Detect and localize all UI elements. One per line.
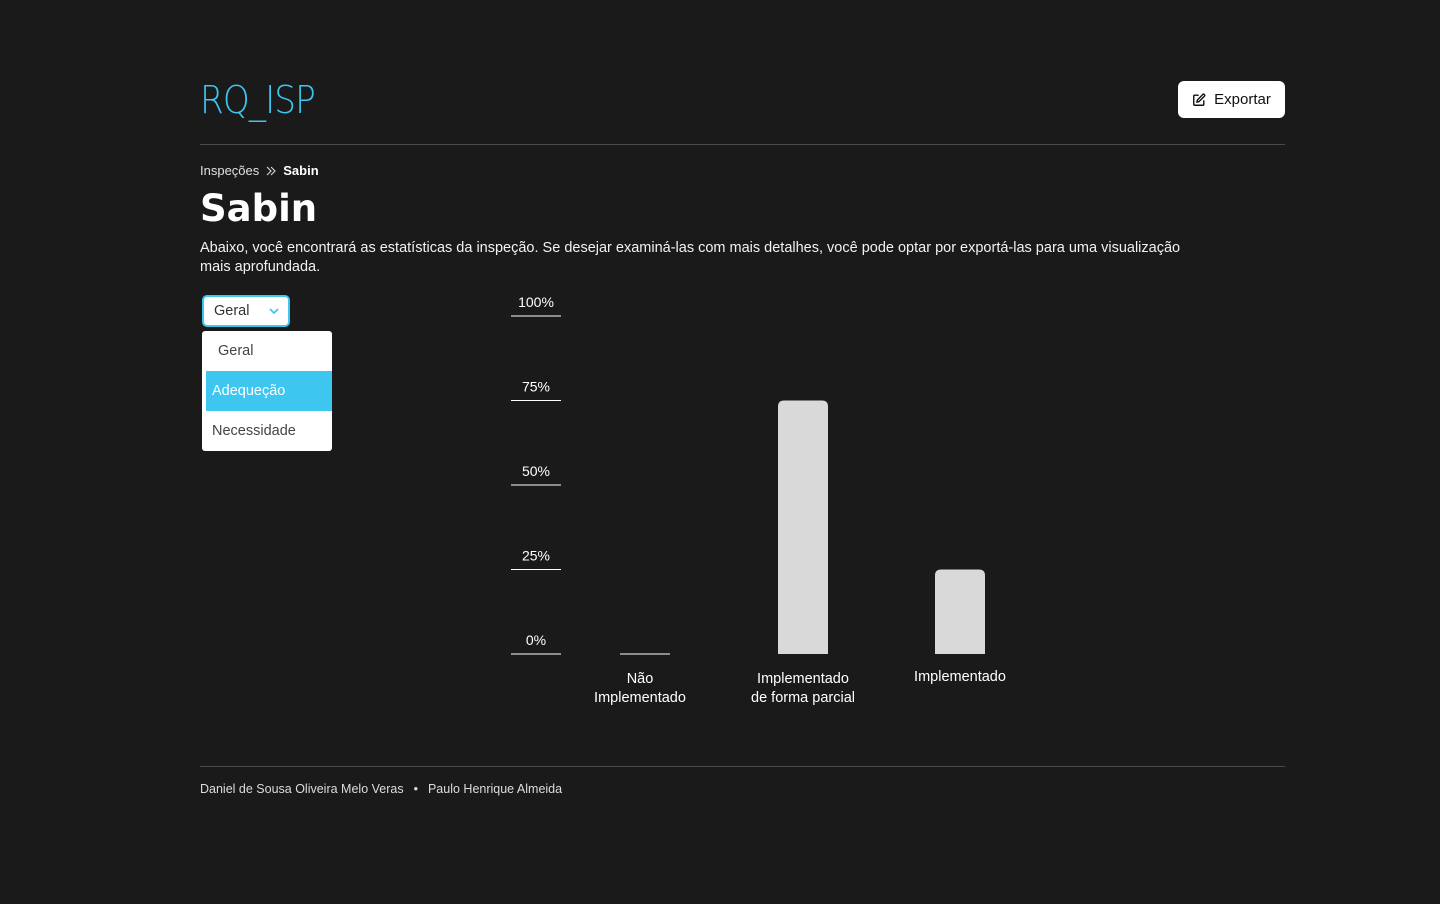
footer-divider [200, 766, 1285, 767]
chevron-down-icon [269, 308, 279, 314]
export-button-label: Exportar [1214, 91, 1271, 108]
filter-option-adequecao-label: Adequeção [206, 371, 332, 411]
filter-select[interactable]: Geral [202, 295, 290, 327]
bar [778, 400, 828, 654]
header-divider [200, 144, 1285, 145]
filter-option-necessidade[interactable]: Necessidade [202, 411, 332, 451]
x-category-label: Não Implementado [594, 671, 686, 706]
logo: RQ_ISP [200, 78, 316, 122]
page-title: Sabin [200, 187, 318, 230]
footer: Daniel de Sousa Oliveira Melo Veras • Pa… [200, 782, 562, 796]
page-description: Abaixo, você encontrará as estatísticas … [200, 240, 1181, 275]
edit-icon [1193, 93, 1206, 106]
filter-option-geral[interactable]: Geral [202, 331, 332, 371]
double-chevron-right-icon [266, 166, 277, 175]
filter-dropdown-menu: Geral Adequeção Necessidade [202, 331, 332, 451]
author-separator: • [413, 782, 418, 796]
filter-option-adequecao[interactable]: Adequeção [202, 371, 332, 411]
filter-select-value: Geral [214, 303, 250, 319]
y-tick-label: 75% [522, 379, 550, 395]
y-tick-label: 0% [526, 632, 546, 648]
y-tick-label: 50% [522, 463, 550, 479]
breadcrumb-link-inspecoes[interactable]: Inspeções [200, 163, 259, 178]
breadcrumb-current: Sabin [283, 163, 319, 178]
x-category-label: Implementado de forma parcial [751, 671, 855, 706]
x-category-label: Implementado [914, 669, 1006, 685]
author-name: Daniel de Sousa Oliveira Melo Veras [200, 782, 404, 796]
author-name: Paulo Henrique Almeida [427, 782, 563, 796]
y-tick-label: 100% [518, 294, 554, 310]
bar [935, 569, 985, 654]
y-tick-label: 25% [522, 548, 550, 564]
breadcrumb: Inspeções Sabin [200, 163, 319, 178]
export-button[interactable]: Exportar [1178, 81, 1285, 118]
